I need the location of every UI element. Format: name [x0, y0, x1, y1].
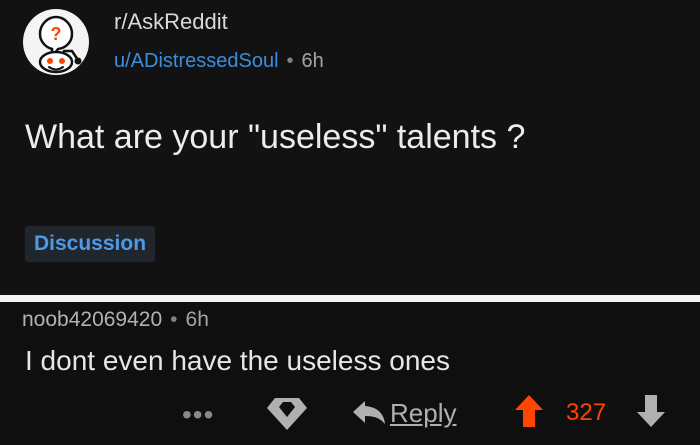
- comment-meta-separator: •: [170, 308, 178, 331]
- post-flair[interactable]: Discussion: [25, 226, 156, 262]
- subreddit-name[interactable]: r/AskReddit: [114, 8, 228, 36]
- comment-body: I dont even have the useless ones: [25, 345, 450, 376]
- downvote-arrow-icon[interactable]: [636, 394, 666, 428]
- award-icon[interactable]: [266, 394, 308, 432]
- upvote-arrow-icon[interactable]: [514, 394, 544, 428]
- comment-age: 6h: [185, 308, 209, 331]
- reply-label[interactable]: Reply: [390, 397, 456, 429]
- comment-author[interactable]: noob42069420: [22, 308, 162, 331]
- reply-arrow-icon: [353, 401, 385, 424]
- svg-text:?: ?: [51, 24, 62, 44]
- post-meta: u/ADistressedSoul • 6h: [114, 48, 324, 74]
- comment-meta: noob42069420 • 6h: [22, 306, 209, 334]
- post-author[interactable]: u/ADistressedSoul: [114, 50, 279, 72]
- post-age: 6h: [301, 50, 324, 72]
- meta-separator: •: [286, 50, 294, 72]
- screenshot-divider: [0, 295, 700, 302]
- more-icon[interactable]: •••: [182, 401, 214, 429]
- post-title[interactable]: What are your "useless" talents ?: [25, 113, 585, 161]
- comment-score: 327: [566, 399, 607, 426]
- reply-button[interactable]: Reply: [350, 395, 468, 431]
- post-card: ? r/AskReddit u/ADistressedSoul • 6h What …: [0, 0, 700, 295]
- askreddit-icon[interactable]: ?: [22, 8, 90, 76]
